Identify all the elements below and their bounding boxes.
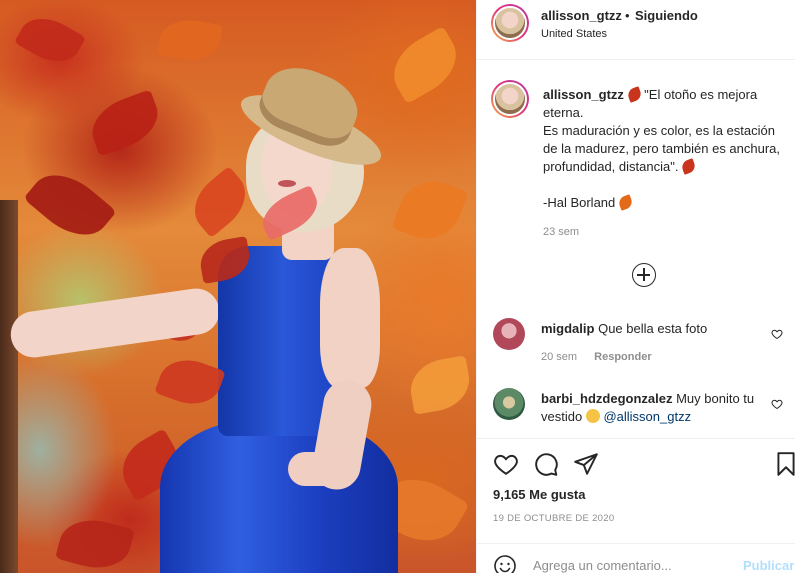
post-photo[interactable] [0, 0, 476, 573]
caption-timestamp[interactable]: 23 sem [543, 226, 579, 238]
publish-button[interactable]: Publicar [743, 558, 794, 573]
comment-timestamp[interactable]: 20 sem [541, 351, 577, 363]
post-actions: 9,165 Me gusta 19 DE OCTUBRE DE 2020 Pub… [477, 438, 795, 573]
leaf [14, 7, 86, 73]
commenter-avatar[interactable] [493, 388, 525, 420]
heart-icon[interactable] [493, 451, 519, 477]
avatar [493, 6, 527, 40]
likes-count[interactable]: 9,165 Me gusta [493, 487, 586, 502]
maple-leaf-icon [625, 86, 643, 103]
tree-trunk [0, 200, 18, 573]
comment-body: Que bella esta foto [598, 321, 708, 336]
commenter-username[interactable]: barbi_hdzdegonzalez [541, 391, 672, 406]
bookmark-icon[interactable] [773, 451, 795, 477]
leaf [84, 89, 166, 157]
comment-text: migdalip Que bella esta foto [541, 320, 761, 338]
caption-line-2: Es maduración y es color, es la estación… [543, 123, 781, 174]
avatar [493, 82, 527, 116]
comment-meta: 20 sem Responder [541, 351, 652, 363]
heart-icon[interactable] [771, 398, 783, 410]
heart-icon[interactable] [771, 328, 783, 340]
caption-username[interactable]: allisson_gtzz [543, 87, 624, 102]
caption-avatar[interactable] [491, 80, 529, 118]
post-header: allisson_gtzz • Siguiendo United States [477, 0, 795, 60]
caption-signature: -Hal Borland [543, 195, 616, 210]
author-avatar[interactable] [491, 4, 529, 42]
follow-status-button[interactable]: Siguiendo [635, 8, 698, 23]
reply-button[interactable]: Responder [594, 351, 651, 363]
mention-link[interactable]: @allisson_gtzz [603, 409, 691, 424]
leaf [23, 160, 117, 250]
separator-dot: • [625, 8, 630, 23]
commenter-username[interactable]: migdalip [541, 321, 594, 336]
shoulder [320, 248, 380, 388]
leaf [382, 25, 468, 105]
plus-circle-icon[interactable] [632, 263, 656, 287]
leaf [391, 171, 469, 249]
post-panel: allisson_gtzz • Siguiendo United States … [476, 0, 795, 573]
post-date[interactable]: 19 DE OCTUBRE DE 2020 [493, 513, 614, 524]
arm-left [7, 285, 223, 361]
location-link[interactable]: United States [541, 28, 607, 40]
leaf [154, 351, 226, 413]
leaf [54, 511, 136, 573]
leaf [156, 15, 224, 65]
caption-text: allisson_gtzz "El otoño es mejora eterna… [543, 86, 787, 212]
smile-emoji-icon [585, 409, 600, 423]
author-username[interactable]: allisson_gtzz [541, 8, 622, 23]
comment-input[interactable] [533, 552, 733, 573]
emoji-icon[interactable] [493, 554, 517, 573]
lips [278, 180, 296, 187]
commenter-avatar[interactable] [493, 318, 525, 350]
leaf [406, 355, 474, 415]
share-icon[interactable] [573, 451, 599, 477]
comment-icon[interactable] [533, 451, 559, 477]
fallen-leaf-icon [617, 194, 634, 211]
comment-composer: Publicar [477, 543, 795, 573]
comment-text: barbi_hdzdegonzalez Muy bonito tu vestid… [541, 390, 761, 426]
hand [288, 452, 350, 486]
maple-leaf-icon [680, 158, 697, 175]
